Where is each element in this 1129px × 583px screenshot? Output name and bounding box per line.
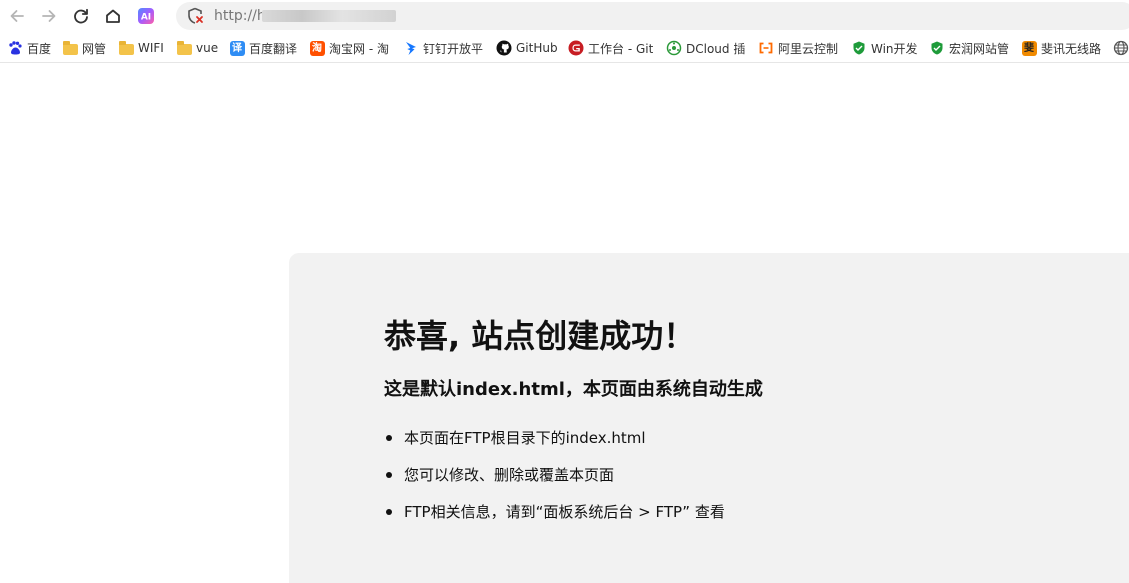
page-subtitle: 这是默认index.html，本页面由系统自动生成	[384, 379, 763, 400]
arrow-right-icon	[42, 10, 56, 22]
github-icon	[496, 40, 512, 56]
globe-icon	[1113, 40, 1129, 56]
translate-icon: 译	[229, 40, 245, 56]
bookmark-folder-vue[interactable]: vue	[176, 39, 222, 57]
bullet	[386, 472, 392, 478]
bookmark-gitee[interactable]: 工作台 - Git	[568, 39, 656, 57]
reload-button[interactable]	[69, 4, 93, 28]
bookmarks-bar: 百度 网管 WIFI vue 译 百度翻译 淘 淘宝网 - 淘 钉钉开放平 Gi…	[0, 34, 1129, 63]
phicomm-icon: 斐	[1021, 40, 1037, 56]
shield-icon	[929, 40, 945, 56]
bullet	[386, 435, 392, 441]
redacted-url	[262, 10, 396, 22]
ai-assistant-button[interactable]: AI	[134, 4, 158, 28]
bookmark-folder-wifi[interactable]: WIFI	[118, 39, 168, 57]
bookmark-dingtalk[interactable]: 钉钉开放平	[403, 39, 483, 57]
info-list: 本页面在FTP根目录下的index.html 您可以修改、删除或覆盖本页面 FT…	[384, 424, 725, 535]
bullet	[386, 509, 392, 515]
browser-toolbar: AI http://h	[0, 0, 1129, 32]
folder-icon	[176, 40, 192, 56]
page-title: 恭喜, 站点创建成功！	[384, 317, 696, 355]
list-item: 本页面在FTP根目录下的index.html	[384, 424, 725, 461]
bookmark-baidu[interactable]: 百度	[7, 39, 57, 57]
aliyun-icon	[758, 40, 774, 56]
dcloud-icon	[666, 40, 682, 56]
home-button[interactable]	[101, 4, 125, 28]
bookmark-dcloud[interactable]: DCloud 插	[666, 39, 748, 57]
svg-text:AI: AI	[141, 13, 151, 23]
taobao-icon: 淘	[309, 40, 325, 56]
list-item: FTP相关信息，请到“面板系统后台 > FTP” 查看	[384, 498, 725, 535]
bookmark-hongrun[interactable]: 宏润网站管	[929, 39, 1011, 57]
gitee-icon	[568, 40, 584, 56]
folder-icon	[62, 40, 78, 56]
shield-icon	[851, 40, 867, 56]
dingtalk-icon	[403, 40, 419, 56]
back-button[interactable]	[5, 4, 29, 28]
bookmark-github[interactable]: GitHub	[496, 39, 558, 57]
ai-icon: AI	[138, 8, 154, 24]
not-secure-shield-icon[interactable]	[186, 7, 204, 25]
arrow-left-icon	[10, 10, 24, 22]
bookmark-win-dev[interactable]: Win开发	[851, 39, 921, 57]
bookmark-globe[interactable]	[1113, 39, 1129, 57]
list-item: 您可以修改、删除或覆盖本页面	[384, 461, 725, 498]
folder-icon	[118, 40, 134, 56]
address-text: http://h	[214, 8, 266, 24]
bookmark-aliyun[interactable]: 阿里云控制	[758, 39, 840, 57]
reload-icon	[74, 8, 88, 24]
baidu-paw-icon	[7, 40, 23, 56]
forward-button[interactable]	[37, 4, 61, 28]
bookmark-phicomm[interactable]: 斐 斐讯无线路	[1021, 39, 1103, 57]
bookmark-taobao[interactable]: 淘 淘宝网 - 淘	[309, 39, 391, 57]
address-bar[interactable]: http://h	[176, 2, 1129, 30]
home-icon	[106, 9, 120, 23]
bookmark-folder-wangguan[interactable]: 网管	[62, 39, 110, 57]
bookmark-baidu-translate[interactable]: 译 百度翻译	[229, 39, 301, 57]
